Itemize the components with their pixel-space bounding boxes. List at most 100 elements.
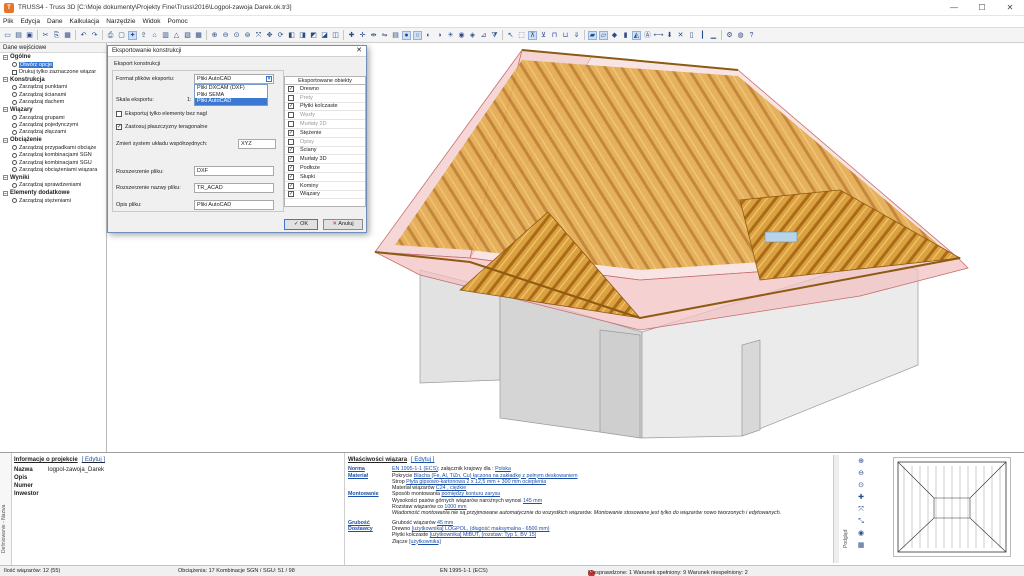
- select-truss-icon[interactable]: ⊼: [528, 30, 537, 40]
- redo-icon[interactable]: ↷: [90, 31, 99, 40]
- roofing-link[interactable]: Blacha (Fe, Al, TiZn, Cu) łączona na zak…: [414, 473, 578, 479]
- radio-icon[interactable]: [12, 99, 17, 105]
- tree-item[interactable]: Zarządzaj ścianami: [0, 91, 106, 98]
- export-object-row[interactable]: ✓ Płytki kolczaste: [285, 103, 365, 112]
- wall-icon[interactable]: ▥: [161, 31, 170, 40]
- radio-icon[interactable]: [12, 182, 17, 188]
- export-object-checkbox[interactable]: [288, 112, 294, 119]
- tree-item[interactable]: Zarządzaj obciążeniami wiązara: [0, 166, 106, 173]
- zoom-fit-icon[interactable]: ⊙: [857, 481, 866, 490]
- export-object-checkbox[interactable]: [288, 121, 294, 128]
- select-plate-icon[interactable]: ⊻: [539, 31, 548, 40]
- collapse-toggle-icon[interactable]: −: [3, 107, 8, 113]
- print-icon[interactable]: ⎙: [106, 31, 115, 40]
- export-object-checkbox[interactable]: ✓: [288, 173, 294, 180]
- render-hidden-icon[interactable]: ◐: [424, 31, 433, 40]
- zoom-all-icon[interactable]: ⊚: [243, 31, 252, 40]
- expand-icon[interactable]: ⤧: [857, 505, 866, 514]
- plan-preview[interactable]: [893, 457, 1011, 557]
- eye-icon[interactable]: ◉: [857, 529, 866, 538]
- view-top-icon[interactable]: ◩: [309, 31, 318, 40]
- taper-planes-checkbox[interactable]: ✓: [116, 124, 122, 130]
- radio-icon[interactable]: [12, 145, 17, 151]
- plates-supplier-link[interactable]: [użytkownika] MiBUT, (rozstaw: Typ 1, BV…: [430, 532, 537, 538]
- show-ground-icon[interactable]: ▁: [709, 31, 718, 40]
- tree-group[interactable]: − Wiązary: [0, 106, 106, 114]
- height-link[interactable]: 145 mm: [523, 498, 542, 504]
- tree-item[interactable]: Zarządzaj złączami: [0, 129, 106, 136]
- norma-link[interactable]: EN 1995-1-1 (ECS): [392, 466, 438, 472]
- pan-icon[interactable]: ✥: [265, 31, 274, 40]
- tree-item[interactable]: Zarządzaj kombinacjami SGU: [0, 159, 106, 166]
- truss-edit-link[interactable]: [ Edytuj ]: [411, 457, 434, 463]
- export-object-row[interactable]: Opisy: [285, 138, 365, 147]
- checkbox-icon[interactable]: [12, 69, 17, 75]
- export-nonail-checkbox[interactable]: [116, 111, 122, 117]
- norma-country-link[interactable]: Polska: [495, 466, 511, 472]
- select-load-icon[interactable]: ⇓: [572, 31, 581, 40]
- tree-group[interactable]: − Wyniki: [0, 174, 106, 182]
- tree-item[interactable]: Zarządzaj dachem: [0, 99, 106, 106]
- wood-supplier-link[interactable]: [użytkownika] LOGPOL, (długość maksymaln…: [412, 526, 550, 532]
- tree-item[interactable]: Zarządzaj grupami: [0, 114, 106, 121]
- move-icon[interactable]: ✛: [358, 31, 367, 40]
- select-arrow-icon[interactable]: ↖: [506, 31, 515, 40]
- align-icon[interactable]: ⇹: [369, 31, 378, 40]
- tree-item[interactable]: Zarządzaj stężeniami: [0, 197, 106, 204]
- view-front-icon[interactable]: ◧: [287, 31, 296, 40]
- select-brace-icon[interactable]: ⊔: [561, 31, 570, 40]
- close-window-button[interactable]: ✕: [996, 0, 1024, 16]
- format-option[interactable]: Pliki AutoCAD: [195, 98, 267, 105]
- show-timber-icon[interactable]: ▰: [588, 30, 597, 40]
- radio-icon[interactable]: [12, 129, 17, 135]
- grid-icon[interactable]: ▦: [194, 31, 203, 40]
- radio-icon[interactable]: [12, 160, 17, 166]
- new-file-icon[interactable]: ▭: [3, 31, 12, 40]
- settings-icon[interactable]: ⚙: [725, 31, 734, 40]
- radio-icon[interactable]: [12, 167, 17, 173]
- show-nodes-icon[interactable]: ◆: [610, 31, 619, 40]
- zoom-in-icon[interactable]: ⊕: [857, 457, 866, 466]
- export-object-row[interactable]: ✓ Murłaty 3D: [285, 155, 365, 165]
- collapse-toggle-icon[interactable]: −: [3, 175, 8, 181]
- radio-icon[interactable]: [12, 62, 17, 68]
- export-object-row[interactable]: ✓ Wiązary: [285, 191, 365, 200]
- desc-input[interactable]: Pliki AutoCAD: [194, 200, 274, 210]
- export-object-checkbox[interactable]: ✓: [288, 129, 294, 136]
- radio-icon[interactable]: [12, 198, 17, 204]
- minimize-button[interactable]: —: [940, 0, 968, 16]
- bottom-side-tab[interactable]: Definiowanie - Nazwa: [0, 453, 12, 566]
- select-wall-icon[interactable]: ⊓: [550, 31, 559, 40]
- measure-icon[interactable]: ⊿: [479, 31, 488, 40]
- tree-group[interactable]: − Elementy dodatkowe: [0, 189, 106, 197]
- radio-icon[interactable]: [12, 152, 17, 158]
- cancel-button[interactable]: ✕ Anuluj: [323, 219, 363, 230]
- export-object-checkbox[interactable]: ✓: [288, 156, 294, 163]
- zoom-out-icon[interactable]: ⊖: [857, 469, 866, 478]
- view-persp-icon[interactable]: ◫: [331, 31, 340, 40]
- render-wire-icon[interactable]: ○: [413, 30, 422, 40]
- export-object-row[interactable]: ✓ Kominy: [285, 182, 365, 191]
- paste-icon[interactable]: ▦: [63, 31, 72, 40]
- view-side-icon[interactable]: ◨: [298, 31, 307, 40]
- dialog-close-icon[interactable]: ✕: [356, 47, 362, 54]
- export-icon[interactable]: ⇪: [139, 31, 148, 40]
- export-object-checkbox[interactable]: ✓: [288, 182, 294, 189]
- zoom-in-icon[interactable]: ⊕: [210, 31, 219, 40]
- export-object-row[interactable]: ✓ Słupki: [285, 173, 365, 182]
- show-dims-icon[interactable]: ⟷: [653, 31, 663, 40]
- coord-system-select[interactable]: XYZ: [238, 139, 276, 149]
- export-object-row[interactable]: ✓ Ściany: [285, 147, 365, 156]
- section-icon[interactable]: ◈: [468, 31, 477, 40]
- format-select[interactable]: Pliki AutoCAD: [194, 74, 274, 84]
- grubosc-link[interactable]: 45 mm: [437, 520, 453, 526]
- show-chimney-icon[interactable]: ▯: [687, 31, 696, 40]
- tree-item[interactable]: Zarządzaj kombinacjami SGN: [0, 152, 106, 159]
- show-posts-icon[interactable]: ┃: [698, 31, 707, 40]
- zoom-window-icon[interactable]: ⊙: [232, 31, 241, 40]
- show-roof-icon[interactable]: ◭: [632, 30, 641, 40]
- show-braces-icon[interactable]: ✕: [676, 31, 685, 40]
- collapse-icon[interactable]: ⤡: [857, 517, 866, 526]
- menu-pomoc[interactable]: Pomoc: [168, 18, 188, 25]
- spacing-link[interactable]: 1000 mm: [444, 504, 466, 510]
